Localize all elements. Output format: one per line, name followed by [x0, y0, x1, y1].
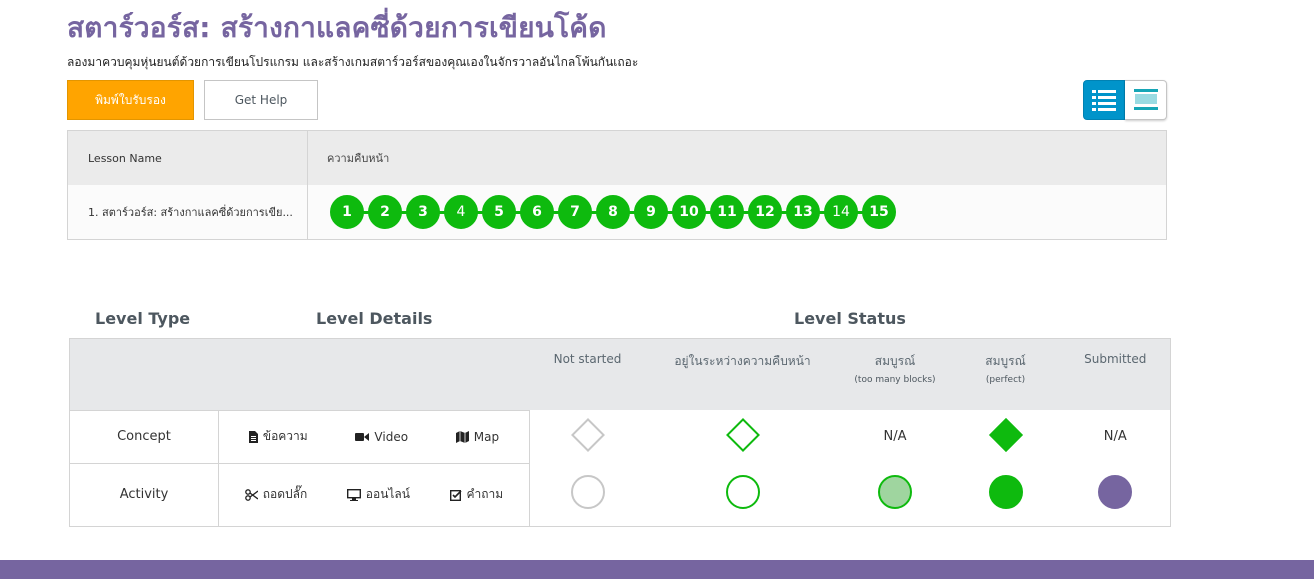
activity-too-many-blocks [839, 463, 951, 526]
activity-detail-unplugged: ถอดปลั๊ก [244, 485, 307, 504]
activity-details: ถอดปลั๊ก ออนไลน์ คำถาม [218, 462, 530, 527]
level-bubbles: 1 2 3 4 5 6 7 8 9 10 11 12 13 14 15 [327, 195, 900, 229]
page-title: สตาร์วอร์ส: สร้างกาแลคซี่ด้วยการเขียนโค้… [67, 11, 607, 44]
view-toggle [1083, 80, 1167, 120]
concept-in-progress [645, 410, 840, 463]
progress-cell: 1 2 3 4 5 6 7 8 9 10 11 12 13 14 15 [308, 185, 1166, 239]
document-icon [248, 430, 258, 443]
level-bubble-9[interactable]: 9 [634, 195, 668, 229]
level-bubble-12[interactable]: 12 [748, 195, 782, 229]
lesson-row: 1. สตาร์วอร์ส: สร้างกาแลคซี่ด้วยการเขีย.… [68, 185, 1166, 239]
footer-bar [0, 560, 1314, 579]
concept-details: ข้อความ Video Map [218, 409, 530, 464]
course-description: ลองมาควบคุมหุ่นยนต์ด้วยการเขียนโปรแกรม แ… [67, 55, 639, 69]
legend-headings: Level Type Level Details Level Status [69, 309, 1171, 331]
level-type-heading: Level Type [95, 309, 191, 328]
activity-submitted [1060, 463, 1171, 526]
concept-label: Concept [69, 409, 219, 464]
concept-submitted: N/A [1060, 410, 1171, 463]
level-status-heading: Level Status [794, 309, 906, 328]
activity-label: Activity [69, 462, 219, 527]
activity-perfect [950, 463, 1061, 526]
status-in-progress: อยู่ในระหว่างความคืบหน้า [645, 338, 840, 410]
level-bubble-1[interactable]: 1 [330, 195, 364, 229]
print-certificate-button[interactable]: พิมพ์ใบรับรอง [67, 80, 194, 120]
level-bubble-2[interactable]: 2 [368, 195, 402, 229]
status-not-started: Not started [529, 338, 646, 410]
status-submitted: Submitted [1060, 338, 1171, 410]
status-too-many-blocks: สมบูรณ์ (too many blocks) [839, 338, 951, 410]
level-bubble-15[interactable]: 15 [862, 195, 896, 229]
desktop-icon [346, 488, 361, 501]
level-bubble-11[interactable]: 11 [710, 195, 744, 229]
checkbox-icon [449, 489, 462, 501]
diamond-perfect-icon [988, 417, 1023, 452]
level-bubble-5[interactable]: 5 [482, 195, 516, 229]
level-legend-table: Not started อยู่ในระหว่างความคืบหน้า สมบ… [69, 338, 1171, 527]
concept-row: Concept ข้อความ Video Map N/A N/A [69, 409, 1171, 464]
diamond-not-started-icon [570, 417, 605, 452]
activity-not-started [529, 463, 646, 526]
lesson-progress-table: Lesson Name ความคืบหน้า 1. สตาร์วอร์ส: ส… [67, 130, 1167, 240]
progress-table-header: Lesson Name ความคืบหน้า [68, 131, 1166, 185]
circle-not-started-icon [570, 475, 605, 510]
progress-header: ความคืบหน้า [327, 152, 390, 165]
activity-detail-online: ออนไลน์ [346, 485, 410, 504]
level-bubble-14[interactable]: 14 [824, 195, 858, 229]
diamond-in-progress-icon [725, 417, 760, 452]
activity-row: Activity ถอดปลั๊ก ออนไลน์ คำถาม [69, 462, 1171, 527]
level-bubble-10[interactable]: 10 [672, 195, 706, 229]
list-view-button[interactable] [1083, 80, 1125, 120]
concept-detail-map: Map [455, 430, 499, 444]
activity-detail-question: คำถาม [449, 485, 503, 504]
legend-header-row: Not started อยู่ในระหว่างความคืบหน้า สมบ… [69, 338, 1171, 410]
map-icon [455, 430, 469, 443]
concept-detail-text: ข้อความ [248, 427, 308, 446]
detail-view-button[interactable] [1125, 80, 1167, 120]
circle-too-many-blocks-icon [878, 475, 912, 510]
lesson-name-header: Lesson Name [68, 131, 308, 185]
level-bubble-13[interactable]: 13 [786, 195, 820, 229]
circle-submitted-icon [1098, 475, 1133, 510]
activity-in-progress [645, 463, 840, 526]
get-help-button[interactable]: Get Help [204, 80, 318, 120]
concept-detail-video: Video [355, 430, 408, 444]
concept-not-started [529, 410, 646, 463]
concept-perfect [950, 410, 1061, 463]
status-perfect: สมบูรณ์ (perfect) [950, 338, 1061, 410]
video-camera-icon [355, 432, 370, 441]
scissors-icon [244, 488, 258, 501]
level-bubble-8[interactable]: 8 [596, 195, 630, 229]
level-bubble-6[interactable]: 6 [520, 195, 554, 229]
list-view-icon [1092, 90, 1116, 111]
level-details-heading: Level Details [316, 309, 433, 328]
level-bubble-4[interactable]: 4 [444, 195, 478, 229]
level-bubble-7[interactable]: 7 [558, 195, 592, 229]
concept-too-many-blocks: N/A [839, 410, 951, 463]
circle-in-progress-icon [725, 475, 760, 510]
detail-view-icon [1133, 89, 1158, 110]
lesson-name[interactable]: 1. สตาร์วอร์ส: สร้างกาแลคซี่ด้วยการเขีย.… [68, 185, 308, 239]
circle-perfect-icon [988, 475, 1023, 510]
level-bubble-3[interactable]: 3 [406, 195, 440, 229]
